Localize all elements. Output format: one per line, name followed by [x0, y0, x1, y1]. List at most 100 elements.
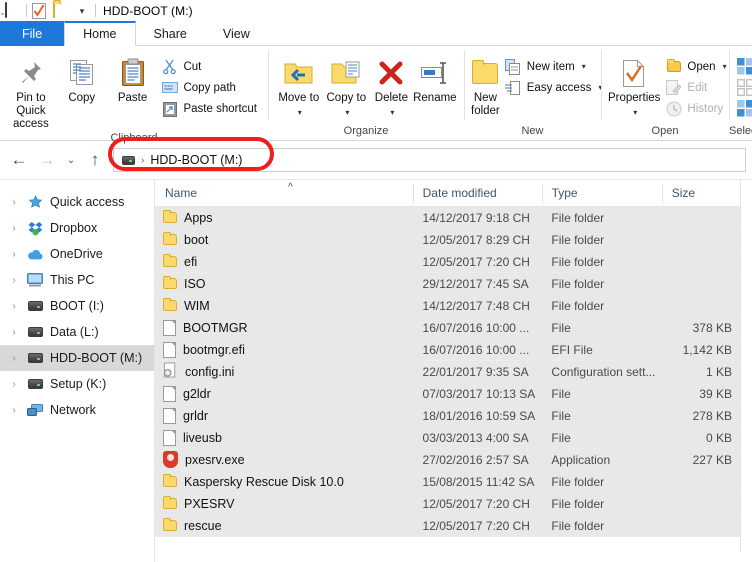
expand-chevron-icon[interactable]: › [8, 275, 20, 286]
file-name-cell[interactable]: WIM [155, 295, 413, 317]
tab-file[interactable]: File [0, 21, 65, 46]
file-name-cell[interactable]: liveusb [155, 427, 413, 449]
table-row[interactable]: liveusb 03/03/2013 4:00 SA File 0 KB [155, 427, 740, 449]
file-name-cell[interactable]: Apps [155, 207, 413, 229]
sidebar-item-this-pc[interactable]: › This PC [0, 267, 154, 293]
paste-shortcut-button[interactable]: Paste shortcut [159, 99, 261, 118]
easy-access-button[interactable]: Easy access ▾ [503, 78, 607, 97]
breadcrumb-separator[interactable]: › [141, 155, 144, 166]
address-input[interactable]: › HDD-BOOT (M:) [113, 148, 746, 172]
tab-view[interactable]: View [205, 21, 268, 46]
sidebar-item-hdd-boot-m[interactable]: › HDD-BOOT (M:) [0, 345, 154, 371]
table-row[interactable]: Kaspersky Rescue Disk 10.0 15/08/2015 11:… [155, 471, 740, 493]
file-date-cell: 18/01/2016 10:59 SA [422, 408, 536, 423]
select-all-button[interactable] [735, 57, 752, 76]
rename-button[interactable]: Rename [413, 53, 457, 105]
table-row[interactable]: rescue 12/05/2017 7:20 CH File folder [155, 515, 740, 537]
move-to-caret[interactable]: ▾ [298, 108, 302, 117]
file-name-cell[interactable]: config.ini [155, 361, 413, 383]
table-row[interactable]: config.ini 22/01/2017 9:35 SA Configuratio… [155, 361, 740, 383]
folder-icon [163, 210, 177, 223]
tab-home[interactable]: Home [64, 21, 136, 46]
file-name-cell[interactable]: rescue [155, 515, 413, 537]
expand-chevron-icon[interactable]: › [8, 301, 20, 312]
new-item-caret[interactable]: ▾ [582, 62, 586, 71]
navigation-pane: › Quick access › Dropbox › OneDrive › Th… [0, 180, 155, 552]
select-none-icon [737, 79, 752, 96]
copy-to-button[interactable]: Copy to ▾ [323, 53, 371, 117]
file-name-cell[interactable]: bootmgr.efi [155, 339, 413, 361]
tab-share[interactable]: Share [136, 21, 205, 46]
sidebar-item-data-l[interactable]: › Data (L:) [0, 319, 154, 345]
delete-caret[interactable]: ▾ [390, 108, 394, 117]
sidebar-item-dropbox[interactable]: › Dropbox [0, 215, 154, 241]
paste-button[interactable]: Paste [109, 53, 157, 105]
sidebar-item-network[interactable]: › Network [0, 397, 154, 423]
invert-selection-button[interactable] [735, 99, 752, 118]
forward-button[interactable]: → [34, 147, 60, 173]
copy-button[interactable]: Copy [58, 53, 106, 105]
file-name-label: BOOTMGR [183, 320, 248, 335]
open-button[interactable]: Open ▾ [663, 57, 730, 76]
table-row[interactable]: Apps 14/12/2017 9:18 CH File folder [155, 207, 740, 229]
vertical-scrollbar[interactable] [740, 180, 752, 552]
column-header-type[interactable]: Type [541, 180, 662, 207]
table-row[interactable]: grldr 18/01/2016 10:59 SA File 278 KB [155, 405, 740, 427]
qat-new-folder-icon[interactable] [53, 1, 69, 19]
sidebar-item-quick-access[interactable]: › Quick access [0, 189, 154, 215]
file-name-cell[interactable]: boot [155, 229, 413, 251]
open-label: Open [687, 60, 716, 73]
table-row[interactable]: bootmgr.efi 16/07/2016 10:00 ... EFI File 1… [155, 339, 740, 361]
delete-button[interactable]: Delete ▾ [370, 53, 413, 117]
file-name-cell[interactable]: g2ldr [155, 383, 413, 405]
file-name-cell[interactable]: grldr [155, 405, 413, 427]
file-name-cell[interactable]: Kaspersky Rescue Disk 10.0 [155, 471, 413, 493]
sidebar-item-setup-k[interactable]: › Setup (K:) [0, 371, 154, 397]
sidebar-item-boot-i[interactable]: › BOOT (I:) [0, 293, 154, 319]
pin-to-quick-access-button[interactable]: Pin to Quick access [7, 53, 55, 132]
file-name-cell[interactable]: pxesrv.exe [155, 449, 413, 471]
new-folder-button[interactable]: New folder [471, 53, 500, 118]
move-to-button[interactable]: Move to ▾ [275, 53, 323, 117]
file-date-cell: 12/05/2017 7:20 CH [422, 496, 530, 511]
copy-to-caret[interactable]: ▾ [345, 108, 349, 117]
table-row[interactable]: pxesrv.exe 27/02/2016 2:57 SA Application 2… [155, 449, 740, 471]
properties-button[interactable]: Properties ▾ [608, 53, 660, 117]
expand-chevron-icon[interactable]: › [8, 405, 20, 416]
expand-chevron-icon[interactable]: › [8, 353, 20, 364]
back-button[interactable]: ← [6, 147, 32, 173]
column-header-date-modified[interactable]: Date modified [412, 180, 542, 207]
expand-chevron-icon[interactable]: › [8, 223, 20, 234]
up-button[interactable]: ↑ [82, 147, 108, 173]
column-header-size[interactable]: Size [661, 180, 740, 207]
table-row[interactable]: ISO 29/12/2017 7:45 SA File folder [155, 273, 740, 295]
new-item-button[interactable]: New item ▾ [503, 57, 607, 76]
sidebar-item-label: Setup (K:) [50, 377, 107, 391]
properties-caret[interactable]: ▾ [633, 108, 637, 117]
table-row[interactable]: efi 12/05/2017 7:20 CH File folder [155, 251, 740, 273]
expand-chevron-icon[interactable]: › [8, 197, 20, 208]
file-name-cell[interactable]: BOOTMGR [155, 317, 413, 339]
expand-chevron-icon[interactable]: › [8, 327, 20, 338]
qat-drive-icon[interactable] [5, 1, 21, 19]
table-row[interactable]: WIM 14/12/2017 7:48 CH File folder [155, 295, 740, 317]
qat-properties-icon[interactable] [32, 2, 48, 19]
file-name-cell[interactable]: ISO [155, 273, 413, 295]
breadcrumb-path[interactable]: HDD-BOOT (M:) [150, 153, 242, 167]
file-name-cell[interactable]: efi [155, 251, 413, 273]
cut-button[interactable]: Cut [159, 57, 261, 76]
expand-chevron-icon[interactable]: › [8, 249, 20, 260]
sidebar-item-onedrive[interactable]: › OneDrive [0, 241, 154, 267]
recent-locations-button[interactable]: ⌄ [62, 147, 80, 173]
table-row[interactable]: g2ldr 07/03/2017 10:13 SA File 39 KB [155, 383, 740, 405]
qat-customize-caret[interactable]: ▾ [74, 3, 90, 19]
table-row[interactable]: PXESRV 12/05/2017 7:20 CH File folder [155, 493, 740, 515]
file-name-cell[interactable]: PXESRV [155, 493, 413, 515]
select-none-button[interactable] [735, 78, 752, 97]
copy-path-button[interactable]: Copy path [159, 78, 261, 97]
expand-chevron-icon[interactable]: › [8, 379, 20, 390]
table-row[interactable]: boot 12/05/2017 8:29 CH File folder [155, 229, 740, 251]
table-row[interactable]: BOOTMGR 16/07/2016 10:00 ... File 378 KB [155, 317, 740, 339]
column-header-name[interactable]: Name ^ [155, 180, 413, 207]
open-caret[interactable]: ▾ [723, 62, 727, 71]
